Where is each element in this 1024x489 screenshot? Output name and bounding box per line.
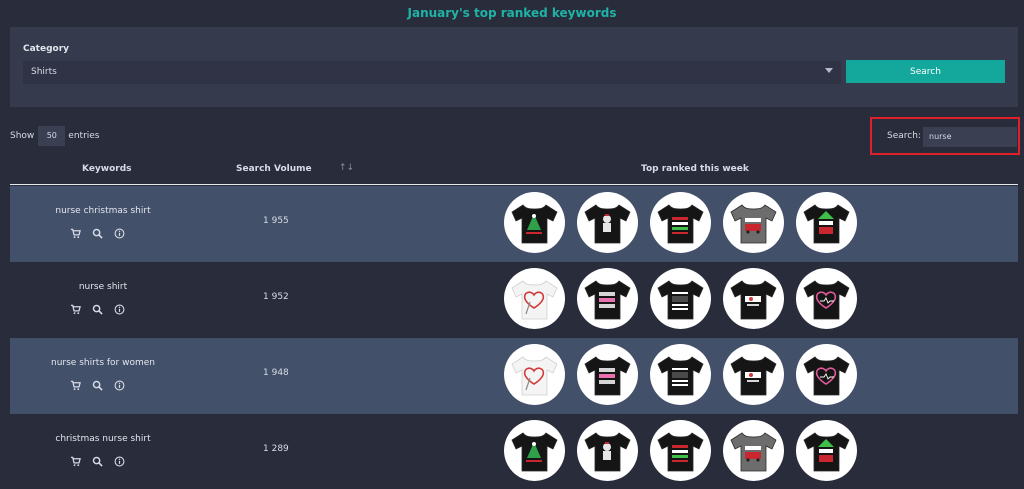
product-thumbnail[interactable]	[577, 344, 638, 405]
table-search-input[interactable]: nurse	[923, 127, 1017, 147]
table-row: nurse christmas shirt 1 955	[10, 186, 1018, 262]
category-label: Category	[23, 44, 70, 54]
column-header-search-volume[interactable]: Search Volume	[236, 164, 312, 174]
page-title: January's top ranked keywords	[407, 6, 617, 20]
product-thumbnail[interactable]	[650, 192, 711, 253]
table-row: nurse shirts for women 1 948	[10, 338, 1018, 414]
table-search-label: Search:	[887, 131, 921, 141]
filter-panel: Category Shirts Search	[10, 27, 1018, 107]
product-thumbnail[interactable]	[796, 420, 857, 481]
info-icon[interactable]	[114, 224, 125, 243]
keyword-link[interactable]: nurse christmas shirt	[10, 206, 196, 216]
keyword-link[interactable]: nurse shirts for women	[10, 358, 196, 368]
info-icon[interactable]	[114, 376, 125, 395]
search-icon[interactable]	[92, 376, 103, 395]
product-thumbnail[interactable]	[796, 192, 857, 253]
product-thumbnail[interactable]	[577, 192, 638, 253]
cart-icon[interactable]	[70, 452, 81, 471]
category-value: Shirts	[31, 67, 57, 77]
product-thumbnail[interactable]	[504, 268, 565, 329]
column-header-top-ranked: Top ranked this week	[641, 164, 749, 174]
entries-label: entries	[68, 131, 100, 141]
product-thumbnail[interactable]	[723, 268, 784, 329]
product-thumbnail[interactable]	[650, 420, 711, 481]
search-volume-value: 1 948	[263, 368, 289, 378]
product-thumbnail[interactable]	[650, 268, 711, 329]
header-divider	[10, 184, 1018, 185]
entries-length-control: Show 50 entries	[10, 126, 100, 146]
product-thumbnail[interactable]	[577, 420, 638, 481]
table-search-highlight: Search: nurse	[870, 117, 1020, 155]
row-actions	[70, 452, 130, 467]
table-row: nurse shirt 1 952	[10, 262, 1018, 338]
row-actions	[70, 300, 130, 315]
keyword-link[interactable]: christmas nurse shirt	[10, 434, 196, 444]
keyword-link[interactable]: nurse shirt	[10, 282, 196, 292]
entries-length-select[interactable]: 50	[38, 126, 66, 146]
show-label: Show	[10, 131, 35, 141]
search-icon[interactable]	[92, 300, 103, 319]
search-icon[interactable]	[92, 224, 103, 243]
row-actions	[70, 376, 130, 391]
info-icon[interactable]	[114, 452, 125, 471]
search-volume-value: 1 955	[263, 216, 289, 226]
cart-icon[interactable]	[70, 224, 81, 243]
search-volume-value: 1 289	[263, 444, 289, 454]
product-thumbnail[interactable]	[723, 344, 784, 405]
product-thumbnail[interactable]	[796, 344, 857, 405]
search-volume-value: 1 952	[263, 292, 289, 302]
product-thumbnail[interactable]	[504, 420, 565, 481]
product-thumbnail[interactable]	[650, 344, 711, 405]
chevron-down-icon	[825, 68, 833, 73]
search-icon[interactable]	[92, 452, 103, 471]
sort-icon[interactable]: ↑↓	[339, 163, 354, 173]
table-row: christmas nurse shirt 1 289	[10, 414, 1018, 489]
cart-icon[interactable]	[70, 300, 81, 319]
category-select[interactable]: Shirts	[23, 61, 841, 84]
product-thumbnail[interactable]	[723, 192, 784, 253]
product-thumbnail[interactable]	[723, 420, 784, 481]
product-thumbnail[interactable]	[504, 344, 565, 405]
info-icon[interactable]	[114, 300, 125, 319]
row-actions	[70, 224, 130, 239]
product-thumbnail[interactable]	[504, 192, 565, 253]
search-button[interactable]: Search	[846, 60, 1005, 83]
product-thumbnail[interactable]	[796, 268, 857, 329]
product-thumbnail[interactable]	[577, 268, 638, 329]
column-header-keywords[interactable]: Keywords	[82, 164, 132, 174]
cart-icon[interactable]	[70, 376, 81, 395]
